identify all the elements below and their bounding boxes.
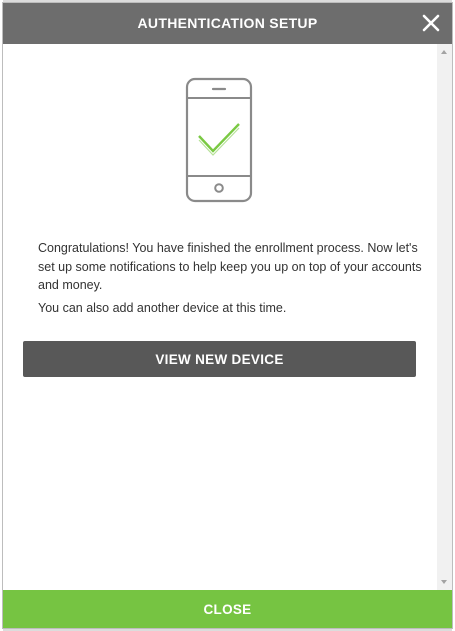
- congratulations-text: Congratulations! You have finished the e…: [38, 241, 422, 292]
- dialog-header: AUTHENTICATION SETUP: [3, 3, 452, 44]
- scroll-down-arrow-icon[interactable]: [441, 580, 447, 584]
- scroll-up-arrow-icon[interactable]: [441, 50, 447, 54]
- phone-check-icon: [185, 77, 253, 203]
- close-icon[interactable]: [420, 12, 442, 34]
- vertical-scrollbar[interactable]: [437, 44, 452, 590]
- dialog-title: AUTHENTICATION SETUP: [137, 15, 318, 31]
- view-new-device-button[interactable]: VIEW NEW DEVICE: [23, 341, 416, 377]
- close-button[interactable]: CLOSE: [3, 590, 452, 628]
- add-device-text: You can also add another device at this …: [38, 300, 287, 315]
- enrollment-message: Congratulations! You have finished the e…: [38, 239, 423, 321]
- authentication-setup-dialog: AUTHENTICATION SETUP Congratulations! Yo…: [2, 2, 453, 629]
- dialog-body: Congratulations! You have finished the e…: [3, 44, 437, 590]
